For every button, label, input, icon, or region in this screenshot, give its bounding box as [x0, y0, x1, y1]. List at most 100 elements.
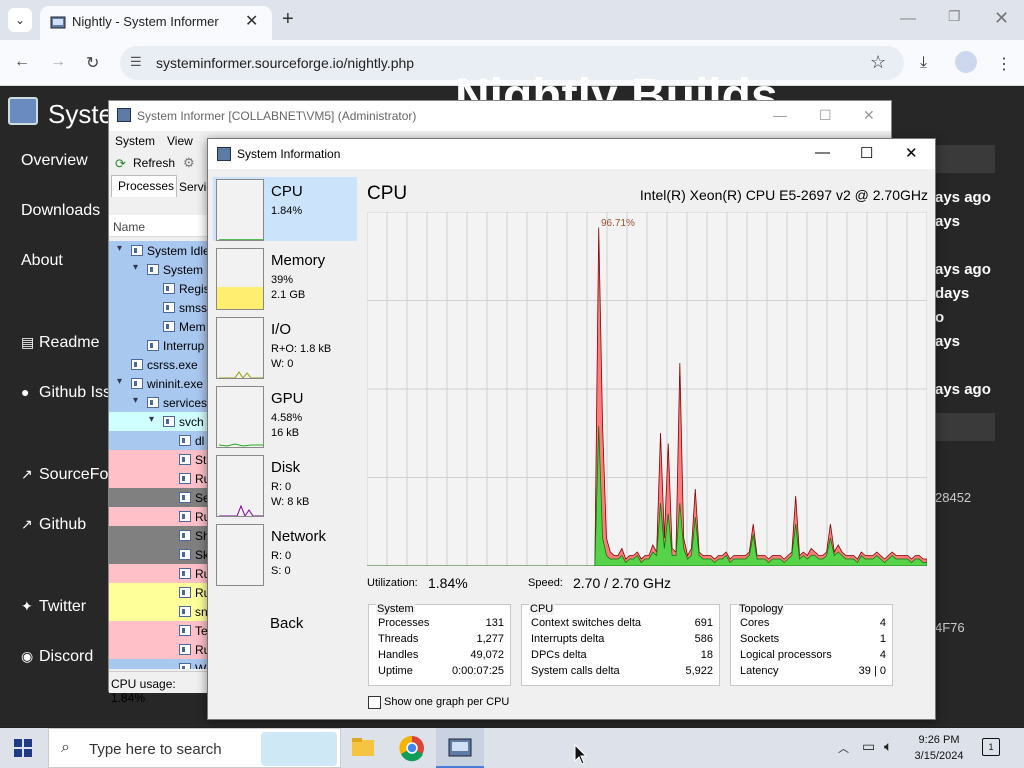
close-window-icon[interactable]: ✕ [863, 107, 875, 124]
bookmark-star-icon[interactable]: ☆ [870, 52, 886, 73]
one-graph-per-cpu-label[interactable]: Show one graph per CPU [384, 696, 509, 708]
site-nav-discord[interactable]: ◉ Discord [21, 648, 93, 666]
process-icon [179, 492, 191, 503]
site-nav-github-issues-label: Github Iss [39, 384, 112, 401]
section-io[interactable]: I/O R+O: 1.8 kB W: 0 [213, 315, 357, 379]
back-arrow-icon[interactable]: ← [14, 53, 30, 71]
process-row[interactable]: Ru [109, 469, 209, 488]
url-text[interactable]: systeminformer.sourceforge.io/nightly.ph… [156, 55, 414, 71]
process-icon [179, 606, 191, 617]
options-gear-icon[interactable]: ⚙ [183, 155, 195, 171]
site-info-icon[interactable]: ☰ [130, 54, 142, 70]
process-row[interactable]: ▾ wininit.exe [109, 374, 209, 393]
section-disk[interactable]: Disk R: 0 W: 8 kB [213, 453, 357, 517]
menu-kebab-icon[interactable]: ⋮ [996, 54, 1012, 74]
close-window-icon[interactable]: ✕ [905, 144, 918, 162]
process-row[interactable]: Regis [109, 279, 209, 298]
tree-expander-icon[interactable]: ▾ [149, 414, 154, 425]
menu-system[interactable]: System [115, 134, 155, 148]
section-memory[interactable]: Memory 39% 2.1 GB [213, 246, 357, 310]
site-nav-readme[interactable]: ▤ Readme [21, 334, 99, 352]
maximize-icon[interactable]: ☐ [819, 107, 832, 124]
minimize-icon[interactable]: — [815, 144, 830, 161]
tab-processes[interactable]: Processes [111, 175, 177, 197]
tree-expander-icon[interactable]: ▾ [133, 395, 138, 406]
process-row[interactable]: Ru [109, 640, 209, 659]
site-nav-github-issues[interactable]: ● Github Iss [21, 384, 111, 402]
profile-avatar[interactable] [955, 51, 977, 73]
site-nav-overview[interactable]: Overview [21, 152, 88, 170]
process-row[interactable]: Sh [109, 526, 209, 545]
site-nav-twitter[interactable]: ✦ Twitter [21, 598, 86, 616]
site-nav-github[interactable]: ↗ Github [21, 516, 86, 534]
process-row[interactable]: Ru [109, 564, 209, 583]
minimize-icon[interactable]: — [900, 10, 916, 28]
notification-center-icon[interactable]: 1 [982, 738, 1000, 756]
cpu-usage-graph[interactable]: 96.71% [367, 212, 927, 566]
process-row[interactable]: ▾ System [109, 260, 209, 279]
maximize-icon[interactable]: ☐ [860, 144, 873, 162]
back-button[interactable]: Back [270, 615, 303, 632]
tab-search-button[interactable]: ⌄ [8, 8, 32, 32]
tray-overflow-chevron-icon[interactable]: ︿ [838, 740, 849, 756]
volume-muted-icon[interactable]: 🔈︎ [884, 738, 892, 755]
twitter-icon: ✦ [21, 598, 33, 614]
process-row[interactable]: Interrup [109, 336, 209, 355]
site-nav-about[interactable]: About [21, 252, 63, 270]
section-thumbnail-graph [216, 455, 264, 517]
process-row[interactable]: Ru [109, 583, 209, 602]
taskbar-file-explorer[interactable] [338, 728, 386, 768]
reload-icon[interactable]: ↻ [86, 53, 99, 73]
taskbar-search-box[interactable]: ⌕ Type here to search [48, 728, 341, 768]
site-nav-downloads[interactable]: Downloads [21, 202, 100, 220]
process-icon [163, 416, 175, 427]
process-column-header[interactable]: Name [109, 215, 209, 237]
process-row[interactable]: Sk [109, 545, 209, 564]
section-network[interactable]: Network R: 0 S: 0 [213, 522, 357, 586]
si-main-titlebar[interactable]: System Informer [COLLABNET\VM5] (Adminis… [109, 101, 891, 131]
section-cpu[interactable]: CPU 1.84% [213, 177, 357, 241]
browser-tab[interactable]: Nightly - System Informer ✕ [40, 6, 272, 40]
refresh-button[interactable]: Refresh [133, 156, 175, 170]
forward-arrow-icon[interactable]: → [50, 53, 66, 71]
process-row[interactable]: csrss.exe [109, 355, 209, 374]
process-row[interactable]: ▾ services [109, 393, 209, 412]
process-row[interactable]: Mem [109, 317, 209, 336]
process-row[interactable]: Ru [109, 507, 209, 526]
tree-expander-icon[interactable]: ▾ [117, 243, 122, 254]
menu-view[interactable]: View [167, 134, 193, 148]
download-icon[interactable]: ⤓ [920, 54, 927, 72]
tree-expander-icon[interactable]: ▾ [117, 376, 122, 387]
process-row[interactable]: Te [109, 621, 209, 640]
restore-icon[interactable]: ❐ [948, 8, 961, 25]
tree-expander-icon[interactable]: ▾ [133, 262, 138, 273]
process-row[interactable]: smss [109, 298, 209, 317]
process-row[interactable]: St [109, 450, 209, 469]
close-tab-icon[interactable]: ✕ [245, 11, 258, 31]
refresh-icon: ⟳ [115, 156, 126, 171]
windows-start-icon[interactable] [14, 739, 32, 757]
minimize-icon[interactable]: — [773, 107, 787, 123]
process-name: System [163, 263, 204, 277]
sysinfo-titlebar[interactable]: System Information — ☐ ✕ [208, 139, 935, 169]
taskbar-system-informer[interactable] [436, 728, 484, 768]
section-thumbnail-graph [216, 248, 264, 310]
new-tab-icon[interactable]: + [282, 8, 294, 31]
network-icon[interactable]: ▭ [862, 738, 875, 755]
section-gpu[interactable]: GPU 4.58% 16 kB [213, 384, 357, 448]
process-row[interactable]: Se [109, 488, 209, 507]
system-clock[interactable]: 9:26 PM 3/15/2024 [908, 732, 970, 764]
stat-value: 4 [879, 617, 886, 629]
system-informer-app-icon [448, 738, 472, 757]
column-name-label: Name [113, 220, 146, 234]
process-row[interactable]: W [109, 659, 209, 669]
process-row[interactable]: dl [109, 431, 209, 450]
process-row[interactable]: ▾ svch [109, 412, 209, 431]
close-window-icon[interactable]: ✕ [994, 8, 1009, 29]
taskbar-chrome[interactable] [388, 728, 436, 768]
site-nav-sourceforge[interactable]: ↗ SourceFo [21, 466, 108, 484]
stat-label: Sockets [740, 633, 780, 645]
process-row[interactable]: sn [109, 602, 209, 621]
process-row[interactable]: ▾ System Idle [109, 241, 209, 260]
one-graph-per-cpu-checkbox[interactable] [368, 696, 381, 709]
